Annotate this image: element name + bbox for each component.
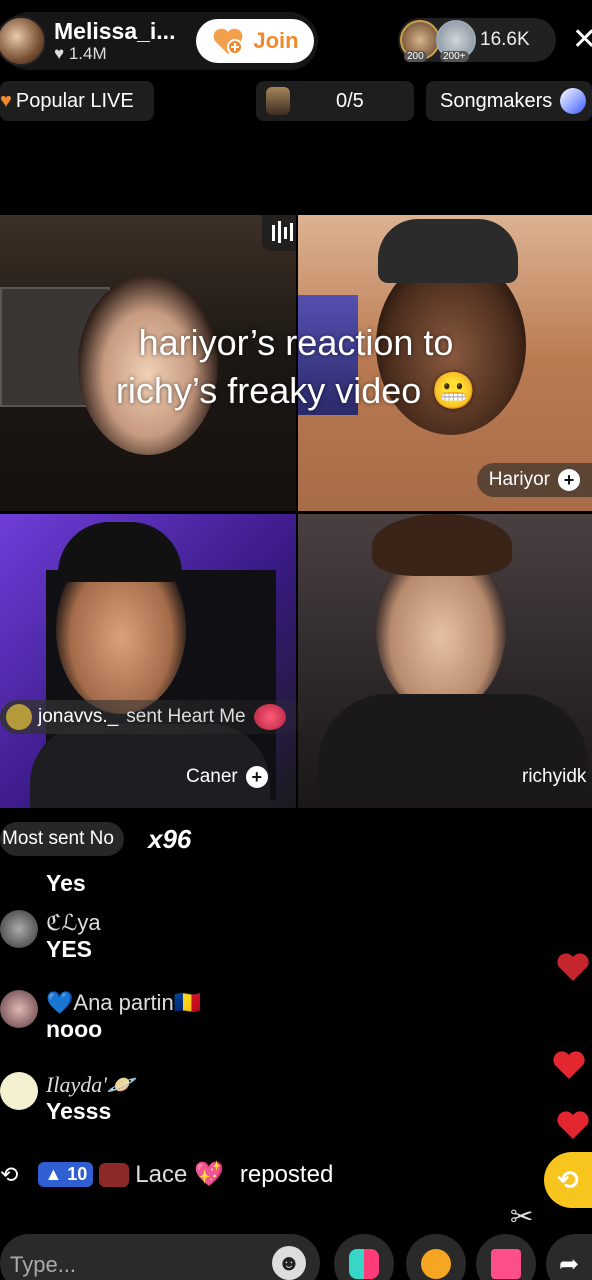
repost-button[interactable]: ⟲	[544, 1152, 592, 1208]
heart-gift-icon	[253, 704, 286, 730]
join-label: Join	[253, 28, 299, 53]
heart-icon	[553, 1051, 585, 1079]
comment-input[interactable]: Type... ☻	[0, 1234, 320, 1280]
chat-avatar[interactable]	[0, 910, 38, 948]
top-viewer-avatar[interactable]: 200+	[436, 20, 476, 62]
host-name: Melissa_i...	[54, 18, 176, 44]
nametag-hariyor[interactable]: Hariyor +	[476, 463, 592, 497]
comment-placeholder: Type...	[10, 1252, 77, 1277]
gift-button[interactable]	[476, 1234, 536, 1280]
heart-icon	[557, 953, 589, 981]
follow-icon[interactable]: +	[245, 766, 268, 788]
heart-icon: ♥	[54, 44, 69, 63]
heart-plus-icon	[213, 28, 244, 55]
host-avatar[interactable]	[0, 16, 46, 66]
popular-live-pill[interactable]: ♥ Popular LIVE	[0, 81, 154, 121]
gift-banner: jonavvs._ sent Heart Me	[0, 700, 304, 734]
join-button[interactable]: Join	[196, 19, 314, 63]
chat-row: 💙Ana partin🇷🇴 nooo	[0, 990, 201, 1043]
people-icon	[349, 1249, 379, 1279]
video-tile-3[interactable]: Caner +	[0, 514, 296, 808]
heart-icon	[557, 1111, 589, 1139]
chat-avatar[interactable]	[0, 990, 38, 1028]
most-sent-banner: Most sent No	[0, 822, 124, 856]
chat-avatar[interactable]	[0, 1072, 38, 1110]
share-button[interactable]: ➦	[546, 1234, 592, 1280]
video-tile-4[interactable]: richyidk	[298, 514, 592, 808]
nametag-richyidk[interactable]: richyidk	[522, 766, 586, 788]
heart-icon: ♥	[0, 89, 12, 112]
music-icon	[560, 88, 587, 114]
user-avatar	[6, 704, 32, 730]
follow-icon[interactable]: +	[558, 469, 580, 491]
repost-row: ⟲ ▲ 10 Lace 💖 reposted	[0, 1160, 334, 1189]
shirt	[318, 694, 588, 808]
headwrap	[378, 219, 518, 283]
multi-guest-button[interactable]	[334, 1234, 394, 1280]
chat-message: Yes	[46, 870, 86, 896]
guest-slots-pill[interactable]: 0/5	[256, 81, 414, 121]
audio-bars-icon	[262, 215, 296, 251]
cap	[58, 522, 182, 582]
close-icon[interactable]: ✕	[572, 22, 592, 57]
nametag-caner[interactable]: Caner +	[180, 760, 268, 794]
host-card[interactable]: Melissa_i... ♥ 1.4M Join	[0, 12, 318, 70]
top-viewer-avatar[interactable]: 200	[400, 20, 440, 62]
level-badge: ▲ 10	[38, 1162, 94, 1187]
capcut-watermark-icon: ✂	[510, 1201, 534, 1232]
chat-row: ℭℒya YES	[0, 910, 101, 963]
viewer-list[interactable]: 200 200+ 16.6K	[398, 18, 556, 62]
chat-row: Ilayda'🪐 Yesss	[0, 1072, 134, 1125]
repost-icon: ⟲	[0, 1161, 19, 1187]
viewer-count: 16.6K	[480, 29, 530, 50]
host-likes: ♥ 1.4M	[54, 44, 107, 63]
promote-button[interactable]	[406, 1234, 466, 1280]
caption-line-1: hariyor’s reaction to	[138, 322, 454, 363]
hair	[372, 514, 512, 576]
emoji-icon[interactable]: ☻	[272, 1246, 306, 1280]
fan-badge-icon	[99, 1162, 130, 1187]
person-icon	[266, 87, 290, 115]
songmakers-pill[interactable]: Songmakers	[426, 81, 592, 121]
caption-line-2: richy’s freaky video 😬	[115, 370, 477, 411]
repost-icon: ⟲	[557, 1164, 579, 1195]
gift-icon	[491, 1249, 521, 1279]
share-icon: ➦	[558, 1250, 580, 1278]
most-sent-count: x96	[148, 824, 192, 854]
promote-icon	[421, 1249, 451, 1279]
